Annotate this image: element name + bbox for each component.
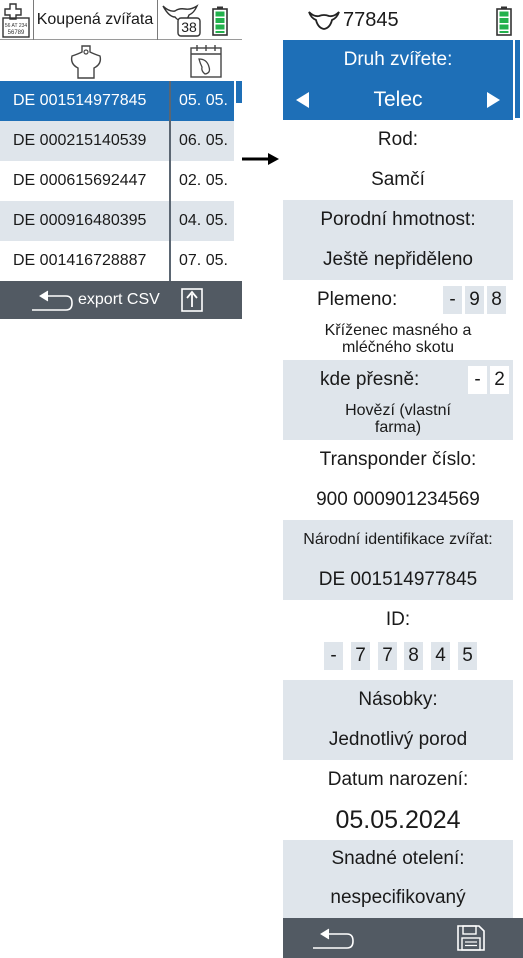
page-title: Koupená zvířata xyxy=(36,11,154,28)
id-digit[interactable]: 7 xyxy=(351,642,370,670)
scrollbar-track[interactable] xyxy=(234,81,242,281)
calving-ease-field[interactable]: Snadné otelení: nespecifikovaný xyxy=(283,840,513,918)
row-date: 06. 05. xyxy=(179,132,228,149)
divider xyxy=(157,0,158,40)
table-row[interactable]: DE 000215140539 06. 05. xyxy=(0,121,234,161)
right-header: 77845 xyxy=(283,0,523,40)
row-id: DE 001514977845 xyxy=(13,92,147,109)
animal-id: 77845 xyxy=(343,8,399,31)
origin-digit[interactable]: - xyxy=(468,366,487,394)
id-digit[interactable]: - xyxy=(324,642,343,670)
birth-weight-value: Ještě nepřiděleno xyxy=(323,249,473,270)
id-digit[interactable]: 8 xyxy=(404,642,423,670)
row-date: 07. 05. xyxy=(179,252,228,269)
navigation-arrow-icon xyxy=(242,152,280,166)
species-selector: Druh zvířete: Telec xyxy=(283,40,513,120)
table-row[interactable]: DE 001416728887 07. 05. xyxy=(0,241,234,281)
row-id: DE 000215140539 xyxy=(13,132,147,149)
cow-head-icon xyxy=(308,9,340,31)
row-date: 04. 05. xyxy=(179,212,228,229)
breed-description: Kříženec masného a mléčného skotu xyxy=(324,322,472,356)
upload-icon[interactable] xyxy=(180,287,204,313)
birth-weight-field[interactable]: Porodní hmotnost: Ještě nepřiděleno xyxy=(283,200,513,280)
previous-arrow-icon[interactable] xyxy=(291,88,315,112)
row-id: DE 000916480395 xyxy=(13,212,147,229)
herd-count-icon[interactable]: 38 xyxy=(160,0,206,40)
save-icon[interactable] xyxy=(456,924,486,952)
right-footer xyxy=(283,918,523,958)
id-digits: - 7 7 8 4 5 xyxy=(283,640,513,680)
table-row[interactable]: DE 001514977845 05. 05. xyxy=(0,81,234,121)
birth-calendar-icon[interactable] xyxy=(188,43,224,79)
farm-registry-icon[interactable]: 56 AT 234 56789 xyxy=(0,0,32,40)
species-value[interactable]: Telec xyxy=(323,80,473,120)
scrollbar-thumb[interactable] xyxy=(515,40,520,118)
herd-count: 38 xyxy=(181,19,197,35)
origin-digit[interactable]: 2 xyxy=(490,366,509,394)
table-row[interactable]: DE 000916480395 04. 05. xyxy=(0,201,234,241)
scrollbar-track[interactable] xyxy=(513,40,523,918)
calving-ease-label: Snadné otelení: xyxy=(331,848,465,869)
national-id-field[interactable]: Národní identifikace zvířat: DE 00151497… xyxy=(283,520,513,600)
multiples-value: Jednotlivý porod xyxy=(328,729,468,750)
birth-date-label: Datum narození: xyxy=(283,760,513,800)
svg-text:56 AT 234: 56 AT 234 xyxy=(5,23,28,29)
row-id: DE 000615692447 xyxy=(13,172,147,189)
ear-tag-icon[interactable] xyxy=(68,44,104,80)
breed-field[interactable]: Plemeno: - 9 8 Kříženec masného a mléčné… xyxy=(283,280,513,360)
battery-icon xyxy=(212,6,228,36)
svg-text:56789: 56789 xyxy=(8,30,25,36)
sex-label: Rod: xyxy=(283,120,513,160)
national-id-value: DE 001514977845 xyxy=(318,569,478,590)
column-header xyxy=(0,41,242,81)
breed-label: Plemeno: xyxy=(317,289,398,310)
left-header: 56 AT 234 56789 Koupená zvířata 38 xyxy=(0,0,242,40)
transponder-label: Transponder číslo: xyxy=(283,440,513,480)
export-csv-label[interactable]: export CSV xyxy=(78,281,160,319)
breed-digit[interactable]: 8 xyxy=(487,286,506,314)
scrollbar-thumb[interactable] xyxy=(236,81,242,103)
birth-weight-label: Porodní hmotnost: xyxy=(320,209,476,230)
id-label: ID: xyxy=(283,600,513,640)
birth-date-value[interactable]: 05.05.2024 xyxy=(283,800,513,840)
national-id-label: Národní identifikace zvířat: xyxy=(303,531,493,548)
back-arrow-icon[interactable] xyxy=(30,287,76,313)
breed-digit[interactable]: - xyxy=(443,286,462,314)
column-divider xyxy=(169,81,171,281)
origin-label: kde přesně: xyxy=(320,369,420,390)
multiples-field[interactable]: Násobky: Jednotlivý porod xyxy=(283,680,513,760)
breed-digit[interactable]: 9 xyxy=(465,286,484,314)
sex-value[interactable]: Samčí xyxy=(283,160,513,200)
row-date: 02. 05. xyxy=(179,172,228,189)
table-row[interactable]: DE 000615692447 02. 05. xyxy=(0,161,234,201)
transponder-value[interactable]: 900 000901234569 xyxy=(283,480,513,520)
origin-description: Hovězí (vlastní farma) xyxy=(345,402,451,436)
next-arrow-icon[interactable] xyxy=(481,88,505,112)
row-id: DE 001416728887 xyxy=(13,252,147,269)
left-footer: export CSV xyxy=(0,281,242,319)
calving-ease-value: nespecifikovaný xyxy=(330,887,466,908)
origin-field[interactable]: kde přesně: - 2 Hovězí (vlastní farma) xyxy=(283,360,513,440)
id-digit[interactable]: 4 xyxy=(431,642,450,670)
id-digit[interactable]: 7 xyxy=(378,642,397,670)
species-label: Druh zvířete: xyxy=(343,49,453,70)
id-digit[interactable]: 5 xyxy=(458,642,477,670)
battery-icon xyxy=(496,6,512,36)
back-arrow-icon[interactable] xyxy=(311,925,357,951)
multiples-label: Násobky: xyxy=(358,689,438,710)
row-date: 05. 05. xyxy=(179,92,228,109)
